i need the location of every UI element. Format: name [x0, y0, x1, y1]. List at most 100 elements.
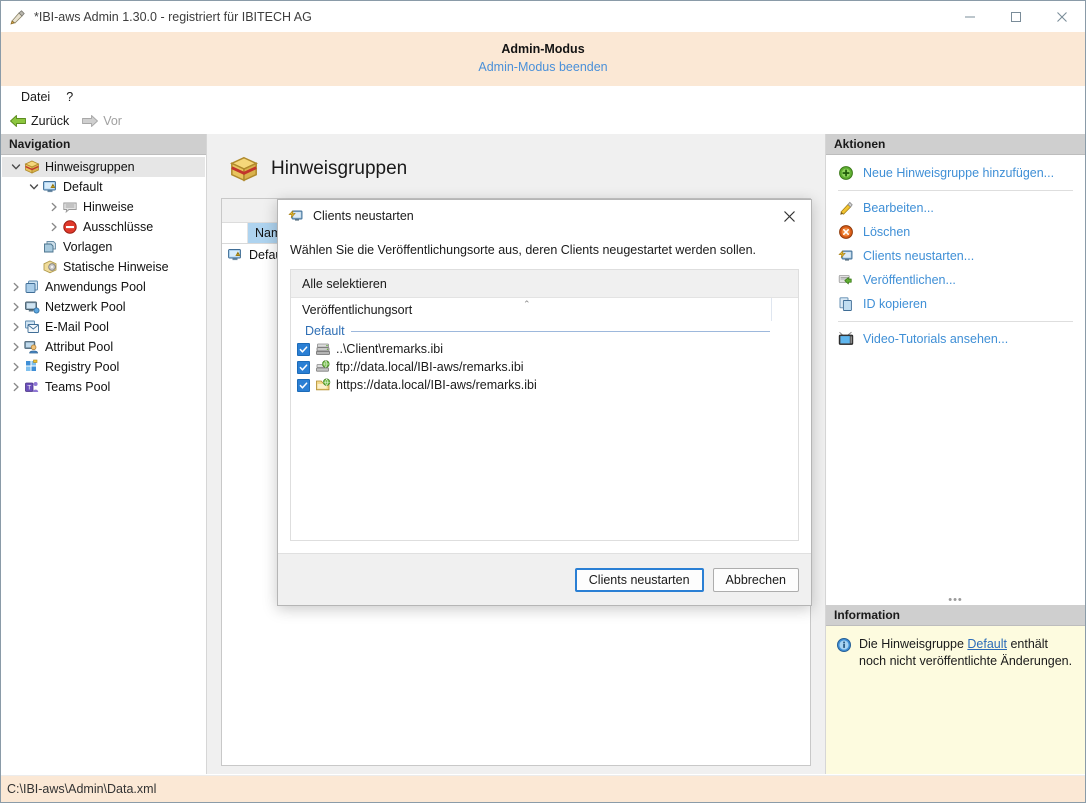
actions-list: Neue Hinweisgruppe hinzufügen... Bearbei… [826, 155, 1085, 595]
menu-datei[interactable]: Datei [13, 88, 58, 106]
package-icon [24, 159, 40, 175]
forward-button-label: Vor [103, 114, 122, 128]
tv-icon [838, 331, 854, 347]
chevron-down-icon[interactable] [26, 179, 42, 195]
app-pen-icon [10, 9, 26, 25]
forbidden-icon [62, 219, 78, 235]
sidebar-item-attribut-pool[interactable]: Attribut Pool [2, 337, 205, 357]
status-path: C:\IBI-aws\Admin\Data.xml [7, 782, 156, 796]
confirm-restart-button[interactable]: Clients neustarten [575, 568, 704, 592]
sidebar-item-statische-hinweise[interactable]: Statische Hinweise [2, 257, 205, 277]
page-title: Hinweisgruppen [271, 158, 407, 180]
package-icon [229, 154, 259, 184]
chevron-right-icon[interactable] [46, 219, 62, 235]
action-neue-hinweisgruppe[interactable]: Neue Hinweisgruppe hinzufügen... [826, 161, 1085, 185]
plus-circle-icon [838, 165, 854, 181]
sidebar-item-label: Registry Pool [45, 359, 119, 375]
menubar: Datei ? [1, 86, 1085, 108]
actions-separator [838, 190, 1073, 191]
sidebar-item-label: Hinweisgruppen [45, 159, 135, 175]
list-column-header[interactable]: Veröffentlichungsort ⌃ [291, 298, 798, 322]
sidebar-item-hinweisgruppen[interactable]: Hinweisgruppen [2, 157, 205, 177]
grip-dots-icon: ••• [948, 597, 963, 603]
chevron-down-icon[interactable] [8, 159, 24, 175]
checkbox-checked[interactable] [297, 379, 310, 392]
list-item[interactable]: ..\Client\remarks.ibi [291, 340, 798, 358]
admin-mode-title: Admin-Modus [501, 41, 584, 58]
maximize-button[interactable] [993, 1, 1039, 32]
sidebar-item-netzwerk-pool[interactable]: Netzwerk Pool [2, 297, 205, 317]
list-item[interactable]: https://data.local/IBI-aws/remarks.ibi [291, 376, 798, 394]
minimize-button[interactable] [947, 1, 993, 32]
sidebar-item-registry-pool[interactable]: Registry Pool [2, 357, 205, 377]
sidebar-item-label: Statische Hinweise [63, 259, 169, 275]
action-video-tutorials[interactable]: Video-Tutorials ansehen... [826, 327, 1085, 351]
info-text-before: Die Hinweisgruppe [859, 637, 967, 651]
navigation-header: Navigation [1, 134, 206, 155]
close-button[interactable] [1039, 1, 1085, 32]
dialog-close-button[interactable] [767, 200, 811, 232]
actions-header: Aktionen [826, 134, 1085, 155]
information-panel: Die Hinweisgruppe Default enthält noch n… [826, 626, 1085, 774]
pane-resize-grip[interactable]: ••• [826, 595, 1085, 605]
chevron-right-icon[interactable] [8, 299, 24, 315]
chevron-right-icon[interactable] [8, 319, 24, 335]
dialog-footer: Clients neustarten Abbrechen [278, 553, 811, 605]
checkbox-checked[interactable] [297, 361, 310, 374]
action-veroeffentlichen[interactable]: Veröffentlichen... [826, 268, 1085, 292]
action-clients-neustarten[interactable]: Clients neustarten... [826, 244, 1085, 268]
action-loeschen[interactable]: Löschen [826, 220, 1085, 244]
menu-help[interactable]: ? [58, 88, 81, 106]
checkbox-checked[interactable] [297, 343, 310, 356]
back-button-label: Zurück [31, 114, 69, 128]
information-header: Information [826, 605, 1085, 626]
information-text: Die Hinweisgruppe Default enthält noch n… [859, 636, 1073, 670]
chevron-right-icon[interactable] [8, 279, 24, 295]
back-arrow-icon [9, 114, 27, 128]
action-bearbeiten[interactable]: Bearbeiten... [826, 196, 1085, 220]
exit-admin-mode-link[interactable]: Admin-Modus beenden [478, 58, 607, 77]
column-divider[interactable] [771, 298, 772, 321]
chevron-right-icon[interactable] [8, 379, 24, 395]
navigation-tree[interactable]: Hinweisgruppen [1, 155, 206, 774]
monitor-warning-icon [42, 179, 58, 195]
templates-icon [42, 239, 58, 255]
sidebar-item-anwendungs-pool[interactable]: Anwendungs Pool [2, 277, 205, 297]
back-button[interactable]: Zurück [9, 114, 69, 128]
chevron-right-icon[interactable] [46, 199, 62, 215]
sidebar-item-label: Attribut Pool [45, 339, 113, 355]
cancel-button[interactable]: Abbrechen [713, 568, 799, 592]
chevron-right-icon[interactable] [8, 359, 24, 375]
sidebar-item-teams-pool[interactable]: T Teams Pool [2, 377, 205, 397]
list-item[interactable]: ftp://data.local/IBI-aws/remarks.ibi [291, 358, 798, 376]
delete-circle-icon [838, 224, 854, 240]
action-label: Video-Tutorials ansehen... [863, 332, 1008, 346]
sidebar-item-label: Netzwerk Pool [45, 299, 126, 315]
publish-icon [838, 272, 854, 288]
information-link[interactable]: Default [967, 637, 1007, 651]
sidebar-item-hinweise[interactable]: Hinweise [2, 197, 205, 217]
navigation-toolbar: Zurück Vor [1, 108, 1085, 134]
select-all-button[interactable]: Alle selektieren [291, 270, 798, 298]
sort-ascending-icon: ⌃ [523, 299, 531, 310]
sidebar-item-email-pool[interactable]: E-Mail Pool [2, 317, 205, 337]
publication-targets-list[interactable]: Alle selektieren Veröffentlichungsort ⌃ … [290, 269, 799, 541]
application-window: *IBI-aws Admin 1.30.0 - registriert für … [0, 0, 1086, 803]
server-icon [315, 341, 331, 357]
sidebar-item-label: Anwendungs Pool [45, 279, 146, 295]
ftp-icon [315, 359, 331, 375]
list-scroll-area[interactable]: Default [291, 322, 798, 540]
list-group-header: Default [291, 322, 798, 340]
action-label: ID kopieren [863, 297, 927, 311]
forward-button[interactable]: Vor [81, 114, 122, 128]
sidebar-item-ausschluesse[interactable]: Ausschlüsse [2, 217, 205, 237]
static-note-icon [42, 259, 58, 275]
action-id-kopieren[interactable]: ID kopieren [826, 292, 1085, 316]
chevron-right-icon[interactable] [8, 339, 24, 355]
registry-icon [24, 359, 40, 375]
list-item-label: https://data.local/IBI-aws/remarks.ibi [336, 378, 537, 392]
navigation-pane: Navigation Hinweisgru [1, 134, 207, 774]
sidebar-item-vorlagen[interactable]: Vorlagen [2, 237, 205, 257]
sidebar-item-default[interactable]: Default [2, 177, 205, 197]
info-icon [836, 637, 852, 653]
